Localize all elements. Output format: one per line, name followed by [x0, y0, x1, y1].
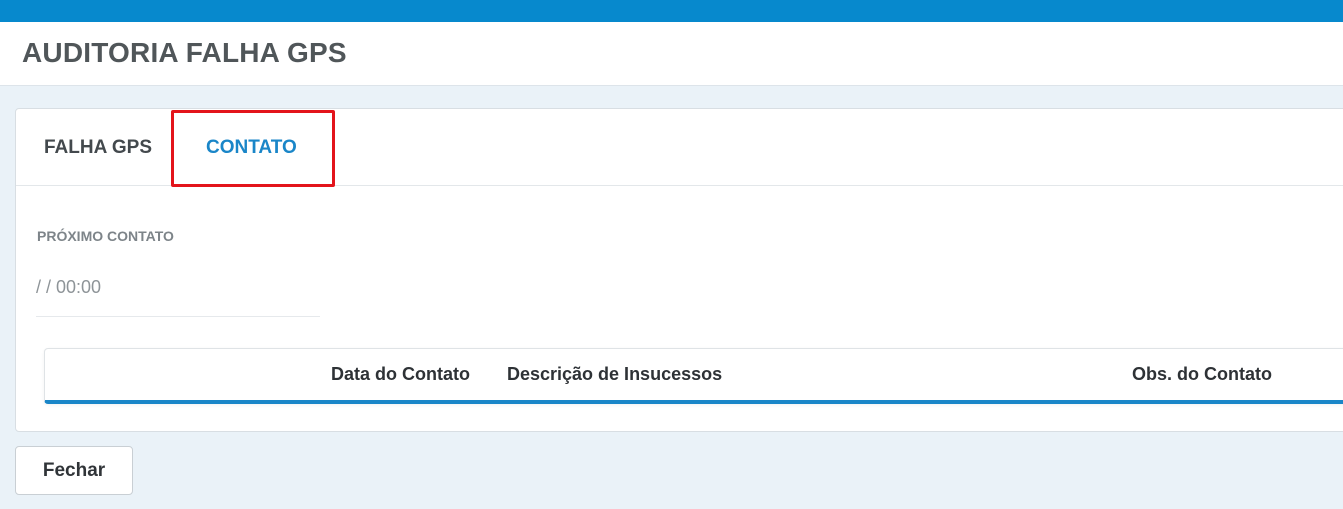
- tab-contato[interactable]: CONTATO: [206, 137, 297, 159]
- tab-bar: FALHA GPS CONTATO: [16, 109, 1343, 187]
- top-bar: [0, 0, 1343, 22]
- next-contact-field[interactable]: / / 00:00: [36, 277, 320, 317]
- content-panel: FALHA GPS CONTATO PRÓXIMO CONTATO / / 00…: [15, 108, 1343, 432]
- column-header-failure-description[interactable]: Descrição de Insucessos: [507, 364, 722, 385]
- contact-grid: Data do Contato Descrição de Insucessos …: [44, 348, 1343, 404]
- page-header: AUDITORIA FALHA GPS: [0, 22, 1343, 86]
- next-contact-label: PRÓXIMO CONTATO: [37, 228, 174, 244]
- column-header-contact-notes[interactable]: Obs. do Contato: [1132, 364, 1272, 385]
- column-header-contact-date[interactable]: Data do Contato: [331, 364, 470, 385]
- page-title: AUDITORIA FALHA GPS: [22, 37, 347, 68]
- close-button[interactable]: Fechar: [15, 446, 133, 495]
- tab-falha-gps[interactable]: FALHA GPS: [44, 137, 152, 159]
